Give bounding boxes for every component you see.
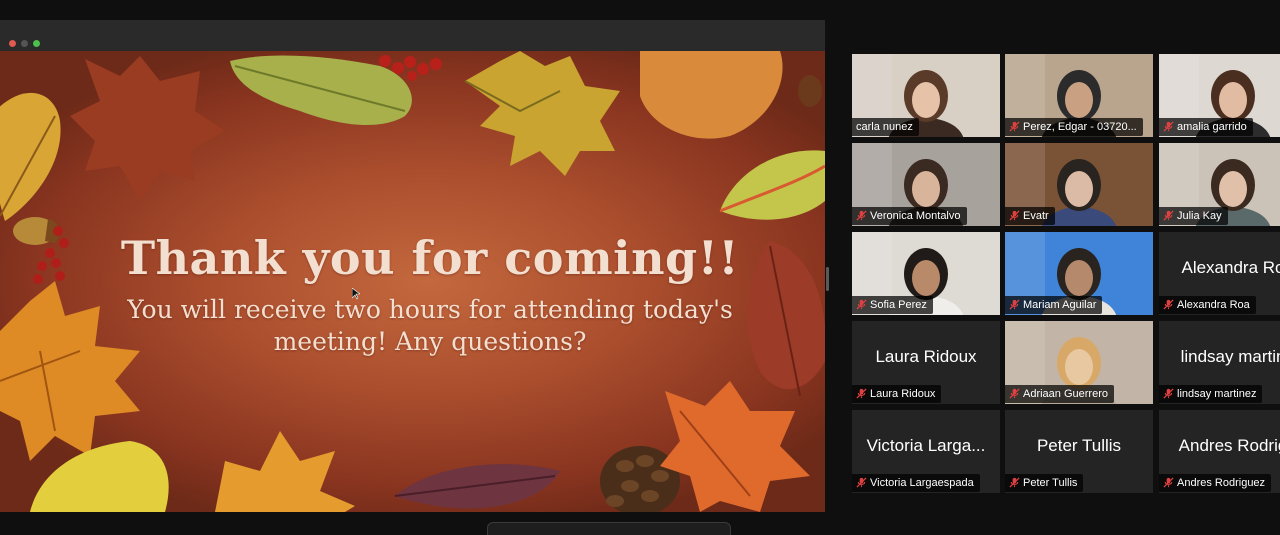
- participant-name-label: Perez, Edgar - 03720...: [1023, 121, 1137, 133]
- muted-mic-icon: [1163, 210, 1174, 221]
- participant-name-label: Julia Kay: [1177, 210, 1222, 222]
- participant-name-tag: Victoria Largaespada: [852, 474, 980, 492]
- participant-name-label: Evatr: [1023, 210, 1049, 222]
- share-control-tab[interactable]: [487, 522, 731, 535]
- presentation-slide: Thank you for coming!! You will receive …: [0, 51, 825, 512]
- participant-display-name: Andres Rodrig: [1178, 436, 1280, 455]
- participant-gallery: carla nunez Perez, Edgar - 03720... amalia…: [852, 54, 1280, 494]
- muted-mic-icon: [1009, 388, 1020, 399]
- participant-tile[interactable]: Sofia Perez: [852, 232, 1000, 315]
- participant-tile[interactable]: Peter Tullis Peter Tullis: [1005, 410, 1153, 493]
- participant-display-name: Laura Ridoux: [875, 347, 977, 366]
- gallery-resize-handle[interactable]: [826, 267, 829, 291]
- participant-tile[interactable]: Julia Kay: [1159, 143, 1280, 226]
- participant-name-tag: Adriaan Guerrero: [1005, 385, 1114, 403]
- participant-name-tag: carla nunez: [852, 118, 919, 136]
- participant-name-tag: Peter Tullis: [1005, 474, 1084, 492]
- participant-tile[interactable]: Alexandra Ro Alexandra Roa: [1159, 232, 1280, 315]
- participant-tile[interactable]: Evatr: [1005, 143, 1153, 226]
- slide-title: Thank you for coming!!: [120, 231, 740, 285]
- minimize-window-dot[interactable]: [21, 40, 28, 47]
- participant-name-label: amalia garrido: [1177, 121, 1247, 133]
- shared-screen: Thank you for coming!! You will receive …: [0, 20, 825, 512]
- participant-tile[interactable]: Veronica Montalvo: [852, 143, 1000, 226]
- share-window-titlebar: [0, 20, 825, 51]
- slide-body: You will receive two hours for attending…: [90, 294, 770, 358]
- muted-mic-icon: [1163, 299, 1174, 310]
- muted-mic-icon: [1009, 477, 1020, 488]
- participant-tile[interactable]: Victoria Larga... Victoria Largaespada: [852, 410, 1000, 493]
- participant-tile[interactable]: Laura Ridoux Laura Ridoux: [852, 321, 1000, 404]
- zoom-window-dot[interactable]: [33, 40, 40, 47]
- participant-name-tag: Sofia Perez: [852, 296, 933, 314]
- participant-name-tag: Evatr: [1005, 207, 1055, 225]
- participant-display-name: Peter Tullis: [1036, 436, 1122, 455]
- participant-name-tag: Laura Ridoux: [852, 385, 942, 403]
- participant-name-label: Alexandra Roa: [1177, 299, 1250, 311]
- muted-mic-icon: [856, 388, 867, 399]
- participant-tile[interactable]: Adriaan Guerrero: [1005, 321, 1153, 404]
- participant-display-name: Alexandra Ro: [1181, 258, 1280, 277]
- participant-tile[interactable]: amalia garrido: [1159, 54, 1280, 137]
- participant-display-name: Victoria Larga...: [866, 436, 986, 455]
- muted-mic-icon: [856, 210, 867, 221]
- participant-name-tag: Andres Rodriguez: [1159, 474, 1272, 492]
- participant-name-label: lindsay martinez: [1177, 388, 1257, 400]
- participant-name-label: Mariam Aguilar: [1023, 299, 1097, 311]
- participant-name-label: Veronica Montalvo: [870, 210, 961, 222]
- participant-tile[interactable]: Mariam Aguilar: [1005, 232, 1153, 315]
- participant-name-label: Sofia Perez: [870, 299, 927, 311]
- mouse-cursor-icon: [352, 288, 360, 300]
- participant-tile[interactable]: Andres Rodrig Andres Rodriguez: [1159, 410, 1280, 493]
- muted-mic-icon: [1163, 477, 1174, 488]
- participant-tile[interactable]: lindsay martin lindsay martinez: [1159, 321, 1280, 404]
- participant-tile[interactable]: carla nunez: [852, 54, 1000, 137]
- participant-name-label: Laura Ridoux: [870, 388, 936, 400]
- participant-name-tag: Mariam Aguilar: [1005, 296, 1103, 314]
- muted-mic-icon: [1009, 210, 1020, 221]
- participant-name-tag: Julia Kay: [1159, 207, 1228, 225]
- muted-mic-icon: [1163, 121, 1174, 132]
- participant-name-label: Victoria Largaespada: [870, 477, 974, 489]
- participant-name-label: Andres Rodriguez: [1177, 477, 1266, 489]
- participant-name-tag: Alexandra Roa: [1159, 296, 1256, 314]
- slide-body-line-2: meeting! Any questions?: [273, 327, 587, 356]
- participant-name-label: carla nunez: [856, 121, 913, 133]
- participant-display-name: lindsay martin: [1180, 347, 1280, 366]
- close-window-dot[interactable]: [9, 40, 16, 47]
- muted-mic-icon: [1009, 121, 1020, 132]
- participant-name-label: Adriaan Guerrero: [1023, 388, 1108, 400]
- muted-mic-icon: [1163, 388, 1174, 399]
- participant-name-label: Peter Tullis: [1023, 477, 1078, 489]
- participant-tile[interactable]: Perez, Edgar - 03720...: [1005, 54, 1153, 137]
- muted-mic-icon: [856, 299, 867, 310]
- muted-mic-icon: [856, 477, 867, 488]
- participant-name-tag: amalia garrido: [1159, 118, 1253, 136]
- participant-name-tag: Veronica Montalvo: [852, 207, 967, 225]
- participant-name-tag: Perez, Edgar - 03720...: [1005, 118, 1143, 136]
- muted-mic-icon: [1009, 299, 1020, 310]
- slide-body-line-1: You will receive two hours for attending…: [127, 295, 733, 324]
- participant-name-tag: lindsay martinez: [1159, 385, 1263, 403]
